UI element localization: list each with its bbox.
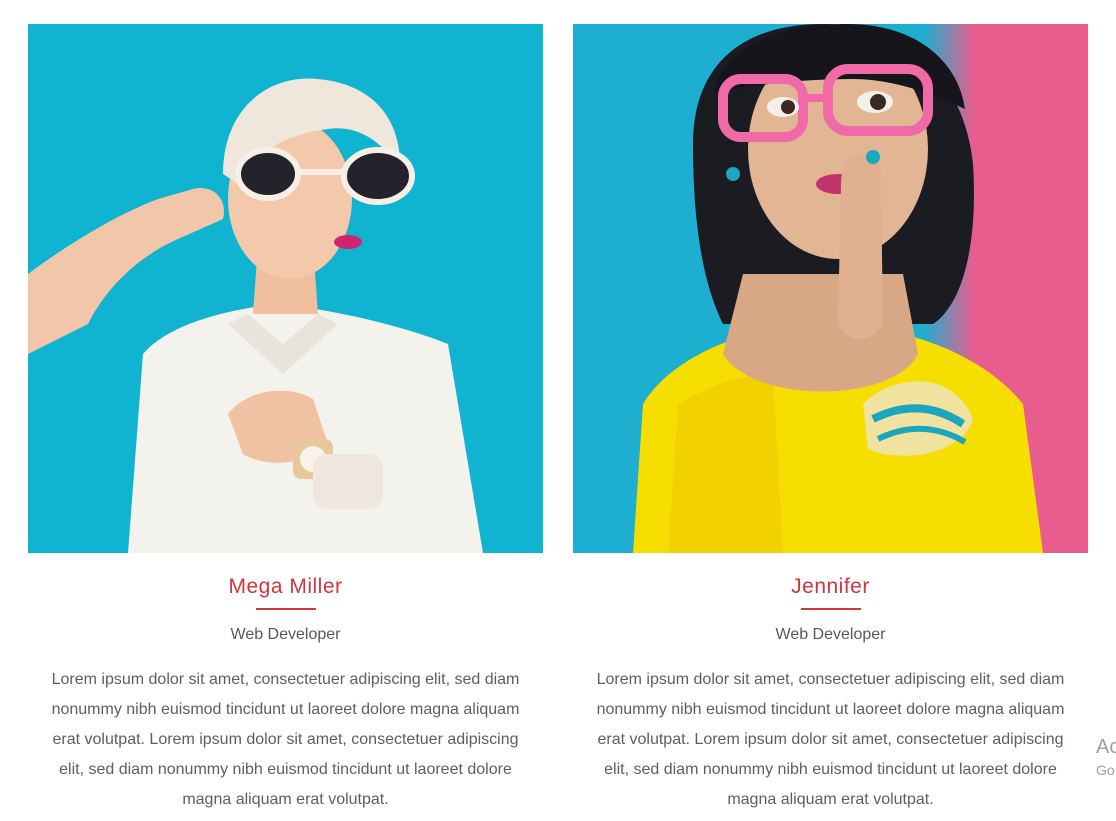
name-underline-divider <box>255 608 316 610</box>
member-name: Jennifer <box>791 575 870 598</box>
team-section: Mega Miller Web Developer Lorem ipsum do… <box>0 0 1116 821</box>
member-name: Mega Miller <box>228 575 343 598</box>
edge-overlay-text-2: Go <box>1096 762 1115 778</box>
team-card-jennifer: Jennifer Web Developer Lorem ipsum dolor… <box>573 24 1088 815</box>
member-role: Web Developer <box>230 626 341 643</box>
team-photo-jennifer <box>573 24 1088 553</box>
team-photo-mega-miller <box>28 24 543 553</box>
member-role: Web Developer <box>775 626 886 643</box>
team-card-mega-miller: Mega Miller Web Developer Lorem ipsum do… <box>28 24 543 815</box>
member-bio: Lorem ipsum dolor sit amet, consectetuer… <box>596 671 1065 808</box>
portrait-illustration-2 <box>573 24 1088 553</box>
member-bio: Lorem ipsum dolor sit amet, consectetuer… <box>51 671 520 808</box>
edge-overlay-text-1: Ac <box>1096 736 1116 758</box>
name-underline-divider <box>800 608 861 610</box>
portrait-illustration-1 <box>28 24 543 553</box>
